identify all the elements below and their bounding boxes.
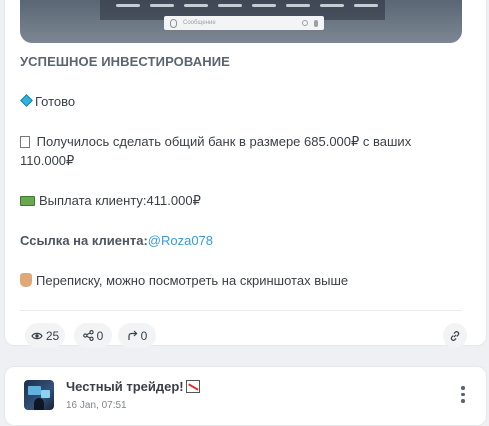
paperclip-icon	[170, 18, 177, 28]
channel-name[interactable]: Честный трейдер!	[66, 379, 200, 394]
client-link-label: Ссылка на клиента:	[20, 233, 148, 248]
forwards-count: 0	[140, 328, 148, 343]
views-count: 25	[45, 328, 60, 343]
emoji-icon	[302, 20, 308, 26]
screenshot-message-bar: Сообщение	[164, 16, 324, 30]
money-emoji-icon	[20, 196, 35, 206]
share-icon	[82, 330, 94, 341]
payout-text: Выплата клиенту:411.000₽	[39, 193, 201, 208]
diamond-emoji-icon	[20, 94, 33, 107]
post-title: УСПЕШНОЕ ИНВЕСТИРОВАНИЕ	[20, 54, 230, 69]
post-timestamp: 16 Jan, 07:51	[66, 400, 127, 411]
client-link[interactable]: @Roza078	[148, 233, 213, 248]
message-placeholder: Сообщение	[183, 20, 216, 26]
bank-line: Получилось сделать общий банк в размере …	[20, 132, 460, 170]
more-vertical-icon[interactable]	[460, 386, 466, 403]
channel-avatar[interactable]	[24, 380, 54, 410]
forward-icon	[128, 330, 138, 340]
forwards-button[interactable]: 0	[118, 323, 156, 348]
views-button[interactable]: 25	[25, 323, 65, 348]
post-media-screenshot[interactable]: Сообщение	[20, 0, 462, 43]
screenshots-note: Переписку, можно посмотреть на скриншота…	[36, 273, 349, 288]
post-text: УСПЕШНОЕ ИНВЕСТИРОВАНИЕ Готово Получилос…	[20, 52, 460, 290]
post-divider	[20, 310, 462, 311]
microphone-icon	[314, 19, 318, 27]
link-icon	[450, 330, 460, 341]
shares-count: 0	[96, 328, 104, 343]
client-link-line: Ссылка на клиента:@Roza078	[20, 231, 460, 250]
eye-icon	[31, 332, 43, 339]
status-text: Готово	[35, 94, 76, 109]
payout-line: Выплата клиенту:411.000₽	[20, 191, 460, 210]
chart-decreasing-emoji-icon	[185, 380, 200, 393]
screenshots-line: Переписку, можно посмотреть на скриншота…	[20, 271, 460, 290]
status-line: Готово	[20, 92, 460, 111]
shares-button[interactable]: 0	[74, 323, 112, 348]
next-post-card	[4, 366, 487, 426]
missing-glyph-icon	[20, 136, 30, 148]
copy-link-button[interactable]	[443, 323, 467, 348]
pointing-hand-emoji-icon	[20, 273, 32, 287]
screenshot-stripes	[116, 4, 378, 7]
bank-text: Получилось сделать общий банк в размере …	[20, 134, 412, 168]
